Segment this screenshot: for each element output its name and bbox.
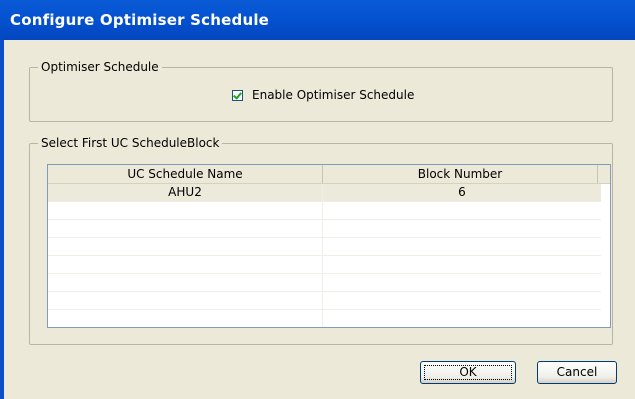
cancel-button-label: Cancel [556, 365, 598, 379]
table-row-empty[interactable] [48, 274, 601, 292]
empty-cell [48, 202, 323, 219]
empty-cell [323, 202, 601, 219]
window-title: Configure Optimiser Schedule [10, 11, 270, 29]
empty-cell [323, 256, 601, 273]
empty-cell [48, 256, 323, 273]
cell-block-number: 6 [458, 185, 466, 199]
column-header-schedule-name[interactable]: UC Schedule Name [48, 165, 323, 183]
window-left-border [0, 40, 4, 399]
enable-optimiser-checkbox[interactable] [232, 89, 243, 101]
optimiser-schedule-legend: Optimiser Schedule [38, 60, 162, 74]
table-row-empty[interactable] [48, 292, 601, 310]
empty-cell [323, 238, 601, 255]
empty-cell [48, 220, 323, 237]
cell-schedule-name: AHU2 [48, 184, 323, 201]
select-block-legend: Select First UC ScheduleBlock [38, 136, 223, 150]
empty-cell [323, 292, 601, 309]
enable-optimiser-row[interactable]: Enable Optimiser Schedule [232, 88, 414, 102]
empty-cell [48, 310, 323, 327]
schedule-block-list[interactable]: UC Schedule Name Block Number AHU2 6 [47, 164, 611, 328]
table-row-empty[interactable] [48, 256, 601, 274]
column-header-block-number[interactable]: Block Number [323, 165, 598, 183]
empty-cell [48, 274, 323, 291]
enable-optimiser-label[interactable]: Enable Optimiser Schedule [252, 88, 414, 102]
table-row-empty[interactable] [48, 310, 601, 327]
ok-focus-rect [424, 365, 512, 380]
empty-cell [323, 274, 601, 291]
empty-cell [323, 220, 601, 237]
list-header: UC Schedule Name Block Number [48, 165, 610, 184]
table-row-empty[interactable] [48, 238, 601, 256]
title-bar[interactable]: Configure Optimiser Schedule [0, 0, 635, 40]
empty-cell [48, 238, 323, 255]
ok-button[interactable]: OK [420, 361, 516, 384]
column-header-filler [598, 165, 610, 183]
empty-cell [48, 292, 323, 309]
table-row-empty[interactable] [48, 220, 601, 238]
cancel-button[interactable]: Cancel [537, 361, 617, 384]
table-row-empty[interactable] [48, 202, 601, 220]
empty-cell [323, 310, 601, 327]
table-row[interactable]: AHU2 6 [48, 184, 601, 202]
